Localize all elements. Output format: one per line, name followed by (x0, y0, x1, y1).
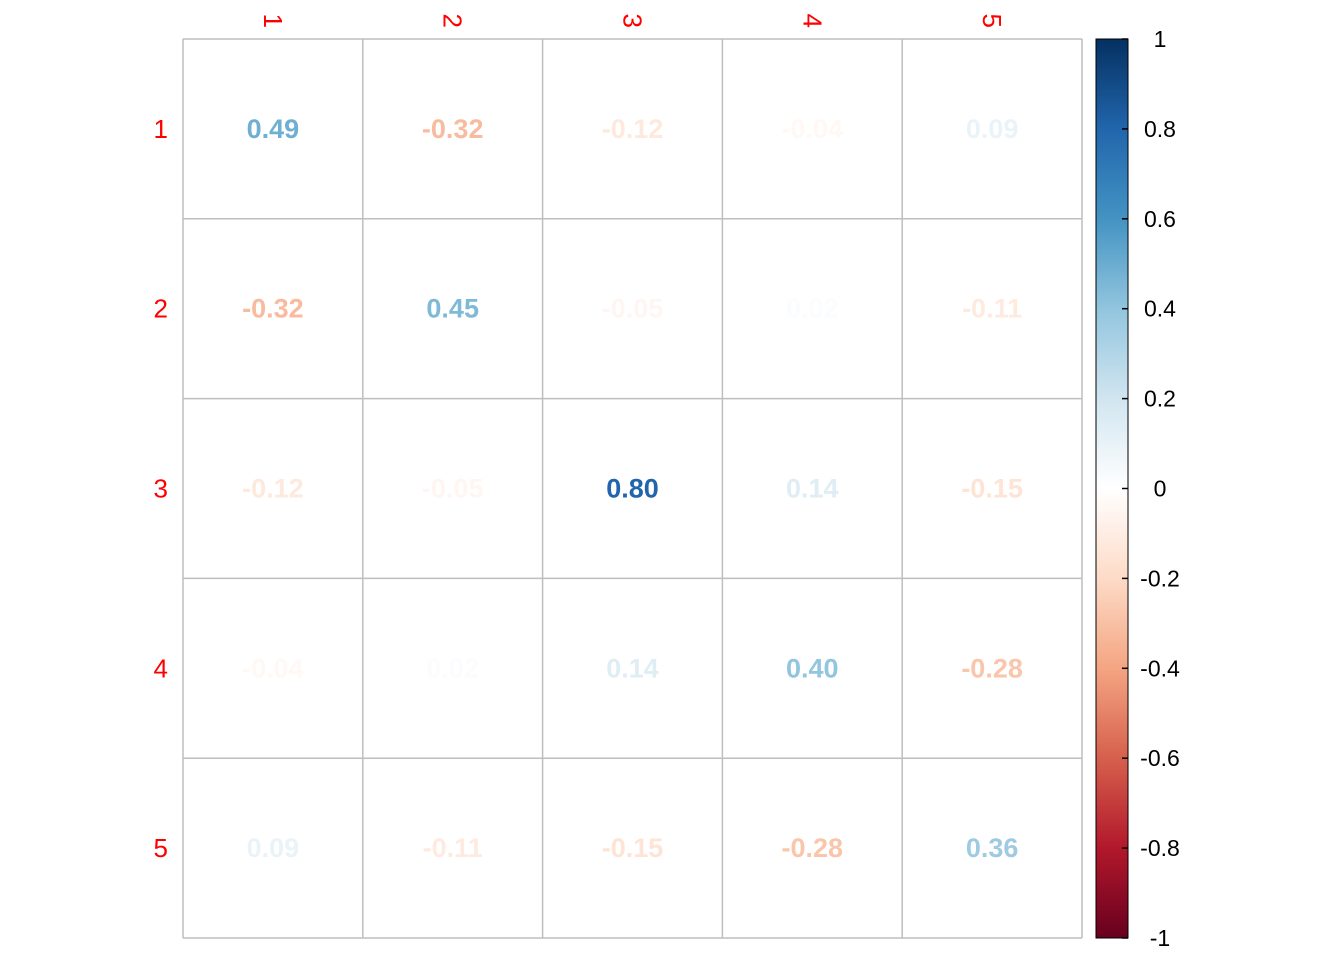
cell-value-r4-c1: -0.04 (242, 653, 304, 683)
cell-value-r5-c1: 0.09 (247, 833, 300, 863)
cell-value-r4-c5: -0.28 (961, 653, 1023, 683)
cell-value-r1-c2: -0.32 (422, 114, 484, 144)
cell-value-r2-c1: -0.32 (242, 294, 304, 324)
cell-value-r4-c4: 0.40 (786, 653, 839, 683)
colorbar: 1 0.8 0.6 0.4 0.2 0 -0.2 -0.4 -0.6 -0.8 -1 (1095, 26, 1180, 951)
row-label-1: 1 (154, 114, 168, 144)
colorbar-tick-label: -1 (1150, 925, 1170, 951)
row-label-3: 3 (154, 474, 168, 504)
column-label-2: 2 (438, 14, 468, 28)
column-label-1: 1 (258, 14, 288, 28)
colorbar-tick-label: 0.6 (1144, 206, 1176, 232)
cell-value-r3-c1: -0.12 (242, 474, 304, 504)
colorbar-tick-label: 0.4 (1144, 296, 1176, 322)
colorbar-tick-label: 0.8 (1144, 116, 1176, 142)
cell-value-r5-c2: -0.11 (423, 833, 483, 863)
row-label-2: 2 (154, 294, 168, 324)
cell-value-r2-c4: 0.02 (786, 294, 839, 324)
colorbar-tick-label: -0.8 (1140, 835, 1180, 861)
cell-value-r2-c2: 0.45 (426, 294, 479, 324)
column-label-3: 3 (618, 14, 648, 28)
row-label-4: 4 (154, 653, 168, 683)
column-label-4: 4 (797, 14, 827, 28)
cell-value-r3-c4: 0.14 (786, 474, 839, 504)
cell-value-r5-c5: 0.36 (966, 833, 1019, 863)
colorbar-tick-label: 1 (1154, 26, 1167, 52)
cell-value-r3-c3: 0.80 (606, 474, 659, 504)
cell-value-r1-c1: 0.49 (247, 114, 300, 144)
cell-values: 0.49 -0.32 -0.12 -0.04 0.09 -0.32 0.45 -0.05 0.0… (242, 114, 1023, 863)
colorbar-tick-label: -0.2 (1140, 565, 1180, 591)
cell-value-r1-c5: 0.09 (966, 114, 1019, 144)
column-label-5: 5 (977, 14, 1007, 28)
cell-value-r5-c4: -0.28 (782, 833, 844, 863)
correlation-heatmap: 0.49 -0.32 -0.12 -0.04 0.09-0.32 0.45 -0.05 0.0… (154, 14, 1180, 951)
cell-value-r2-c5: -0.11 (962, 294, 1022, 324)
cell-value-r2-c3: -0.05 (602, 294, 664, 324)
colorbar-tick-label: -0.6 (1140, 745, 1180, 771)
cell-value-r1-c3: -0.12 (602, 114, 664, 144)
row-labels: 1 2 3 4 5 (154, 114, 168, 863)
row-label-5: 5 (154, 833, 168, 863)
cell-value-r1-c4: -0.04 (782, 114, 844, 144)
colorbar-tick-label: 0 (1154, 476, 1167, 502)
cell-value-r4-c3: 0.14 (606, 653, 659, 683)
cell-value-r5-c3: -0.15 (602, 833, 664, 863)
column-labels: 1 2 3 4 5 (258, 14, 1007, 28)
cell-value-r3-c2: -0.05 (422, 474, 484, 504)
cell-value-r4-c2: 0.02 (426, 653, 479, 683)
cell-value-r3-c5: -0.15 (961, 474, 1023, 504)
colorbar-tick-label: -0.4 (1140, 655, 1180, 681)
colorbar-tick-label: 0.2 (1144, 386, 1176, 412)
